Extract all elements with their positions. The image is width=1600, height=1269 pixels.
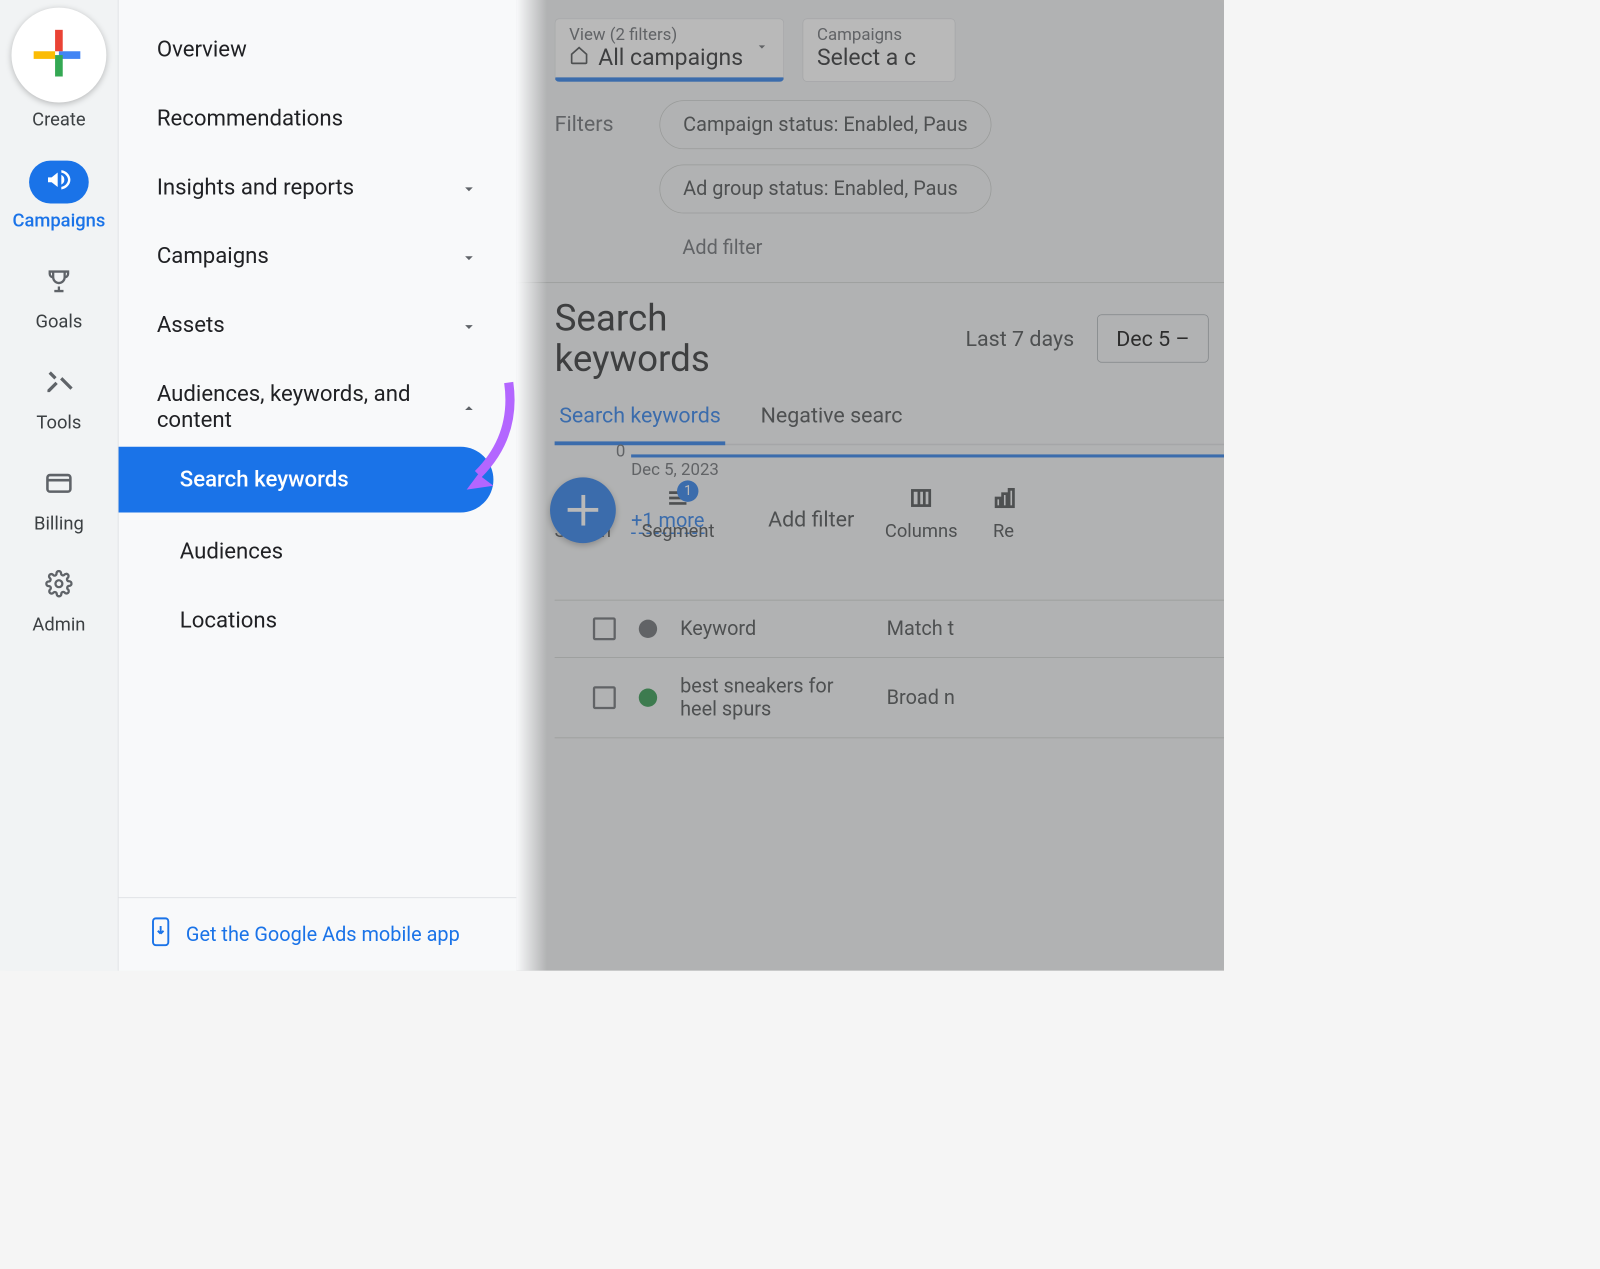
nav-label: Insights and reports [157, 174, 354, 200]
nav-audiences[interactable]: Audiences [119, 513, 517, 582]
megaphone-icon [44, 165, 73, 199]
rail-item-label: Billing [34, 513, 84, 534]
chevron-up-icon [460, 398, 478, 416]
create-label: Create [32, 109, 85, 130]
nav-label: Search keywords [180, 467, 349, 493]
rail-item-label: Goals [35, 311, 82, 332]
nav-insights[interactable]: Insights and reports [119, 153, 517, 222]
left-rail: Create Campaigns Goals To [0, 0, 119, 971]
gear-icon [45, 570, 73, 602]
nav-locations[interactable]: Locations [119, 581, 517, 650]
nav-label: Audiences, keywords, and content [157, 381, 432, 433]
chevron-down-icon [460, 316, 478, 334]
tools-icon [45, 368, 73, 400]
nav-recommendations[interactable]: Recommendations [119, 84, 517, 153]
nav-overview[interactable]: Overview [119, 15, 517, 84]
nav-audiences-keywords-content[interactable]: Audiences, keywords, and content [119, 360, 517, 447]
rail-item-label: Campaigns [12, 210, 105, 231]
phone-download-icon [149, 916, 172, 952]
rail-item-goals[interactable]: Goals [0, 262, 118, 332]
nav-label: Campaigns [157, 243, 269, 269]
chevron-down-icon [460, 247, 478, 265]
nav-search-keywords[interactable]: Search keywords [119, 447, 494, 513]
chevron-down-icon [460, 178, 478, 196]
nav-label: Overview [157, 37, 247, 63]
create-button[interactable] [11, 8, 106, 103]
rail-item-billing[interactable]: Billing [0, 464, 118, 534]
mobile-app-promo[interactable]: Get the Google Ads mobile app [119, 897, 517, 970]
main-region: View (2 filters) All campaigns Campaigns… [516, 0, 1224, 971]
nav-campaigns[interactable]: Campaigns [119, 222, 517, 291]
nav-assets[interactable]: Assets [119, 291, 517, 360]
side-nav: Overview Recommendations Insights and re… [119, 0, 517, 971]
nav-label: Recommendations [157, 106, 343, 132]
rail-item-admin[interactable]: Admin [0, 565, 118, 635]
rail-item-tools[interactable]: Tools [0, 363, 118, 433]
dim-overlay [516, 0, 1224, 971]
nav-label: Assets [157, 312, 225, 338]
trophy-icon [45, 267, 73, 299]
rail-item-label: Admin [32, 614, 85, 635]
nav-label: Audiences [180, 539, 283, 565]
promo-text: Get the Google Ads mobile app [186, 923, 460, 946]
card-icon [44, 467, 75, 502]
rail-item-campaigns[interactable]: Campaigns [0, 161, 118, 231]
rail-item-label: Tools [36, 412, 81, 433]
app-root: Create Campaigns Goals To [0, 0, 1224, 971]
nav-label: Locations [180, 607, 277, 633]
google-plus-icon [37, 34, 80, 77]
